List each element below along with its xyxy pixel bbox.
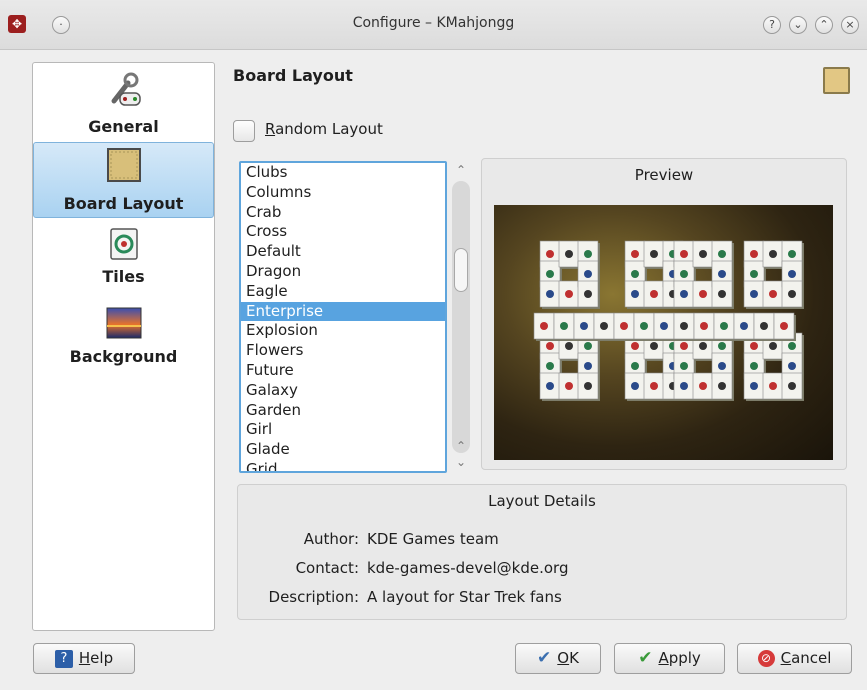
scroll-up-arrow-icon[interactable]: ⌃	[454, 163, 468, 177]
list-item[interactable]: Clubs	[241, 163, 445, 183]
list-item[interactable]: Columns	[241, 183, 445, 203]
description-label: Description:	[268, 588, 359, 606]
cancel-button[interactable]: ⊘ Cancel	[737, 643, 852, 674]
checkmark-green-icon: ✔	[638, 648, 653, 668]
preview-tile	[693, 312, 716, 341]
preview-tile	[781, 372, 804, 401]
layout-list-scrollbar[interactable]: ⌃ ⌃ ⌄	[450, 161, 472, 473]
list-item[interactable]: Girl	[241, 420, 445, 440]
tools-gamepad-icon	[111, 72, 141, 106]
sidebar-item-general[interactable]: General	[33, 65, 214, 141]
list-item[interactable]: Explosion	[241, 321, 445, 341]
list-item[interactable]: Dragon	[241, 262, 445, 282]
description-value: A layout for Star Trek fans	[367, 588, 562, 606]
title-bar: ✥ · Configure – KMahjongg ? ⌄ ⌃ ×	[0, 0, 867, 50]
list-item[interactable]: Eagle	[241, 282, 445, 302]
landscape-image-icon	[106, 307, 141, 339]
preview-tile	[781, 280, 804, 309]
sidebar-item-tiles-label: Tiles	[102, 267, 145, 286]
preview-tile	[573, 312, 596, 341]
preview-tile	[673, 312, 696, 341]
list-item[interactable]: Future	[241, 361, 445, 381]
board-layout-page-icon	[823, 67, 850, 94]
preview-tile	[653, 312, 676, 341]
minimize-icon[interactable]: ⌄	[789, 16, 807, 34]
sidebar-item-board-layout-label: Board Layout	[63, 194, 184, 213]
apply-button[interactable]: ✔ Apply	[614, 643, 725, 674]
preview-tile	[713, 312, 736, 341]
help-question-icon[interactable]: ?	[763, 16, 781, 34]
mahjong-tile-icon	[109, 228, 138, 260]
list-item[interactable]: Garden	[241, 401, 445, 421]
help-book-icon: ?	[54, 649, 73, 668]
cancel-icon: ⊘	[757, 650, 775, 667]
random-layout-checkbox[interactable]	[233, 120, 255, 142]
list-item[interactable]: Glade	[241, 440, 445, 460]
layout-preview-image	[494, 205, 833, 460]
sidebar-item-board-layout[interactable]: Board Layout	[33, 142, 214, 218]
maximize-icon[interactable]: ⌃	[815, 16, 833, 34]
preview-tile	[613, 312, 636, 341]
sidebar-item-tiles[interactable]: Tiles	[33, 223, 214, 299]
list-item[interactable]: Galaxy	[241, 381, 445, 401]
contact-value: kde-games-devel@kde.org	[367, 559, 569, 577]
preview-tile	[633, 312, 656, 341]
list-item[interactable]: Cross	[241, 222, 445, 242]
preview-tile	[577, 372, 600, 401]
page-title: Board Layout	[233, 66, 353, 85]
preview-tile	[711, 372, 734, 401]
list-item[interactable]: Crab	[241, 203, 445, 223]
settings-page-list: General Board Layout Tiles Background	[32, 62, 215, 631]
scroll-up-arrow-lower-icon[interactable]: ⌃	[454, 439, 468, 453]
author-label: Author:	[303, 530, 359, 548]
preview-tile	[711, 280, 734, 309]
board-tile-icon	[106, 148, 141, 182]
preview-tile	[753, 312, 776, 341]
preview-label: Preview	[634, 166, 694, 184]
random-layout-label[interactable]: Random Layout	[265, 120, 383, 138]
scrollbar-track[interactable]	[452, 181, 470, 453]
preview-tile	[533, 312, 556, 341]
preview-tile	[553, 312, 576, 341]
checkmark-icon: ✔	[537, 648, 552, 668]
author-value: KDE Games team	[367, 530, 499, 548]
help-button[interactable]: ? Help	[33, 643, 135, 674]
scrollbar-thumb[interactable]	[454, 248, 468, 292]
sidebar-item-background[interactable]: Background	[33, 303, 214, 379]
ok-button[interactable]: ✔ OK	[515, 643, 601, 674]
window-title: Configure – KMahjongg	[352, 15, 515, 31]
preview-tile	[577, 280, 600, 309]
list-item[interactable]: Grid	[241, 460, 445, 471]
list-item-selected[interactable]: Enterprise	[241, 301, 445, 322]
list-item[interactable]: Default	[241, 242, 445, 262]
list-item[interactable]: Flowers	[241, 341, 445, 361]
contact-label: Contact:	[295, 559, 359, 577]
enterprise-layout-preview	[533, 240, 804, 401]
scroll-down-arrow-icon[interactable]: ⌄	[454, 455, 468, 469]
layout-details-title: Layout Details	[488, 492, 596, 510]
preview-tile	[593, 312, 616, 341]
layout-list[interactable]: Clubs Columns Crab Cross Default Dragon …	[239, 161, 447, 473]
sidebar-item-background-label: Background	[69, 347, 178, 366]
close-icon[interactable]: ×	[841, 16, 859, 34]
preview-tile	[733, 312, 756, 341]
preview-tile	[773, 312, 796, 341]
sidebar-item-general-label: General	[88, 117, 159, 136]
